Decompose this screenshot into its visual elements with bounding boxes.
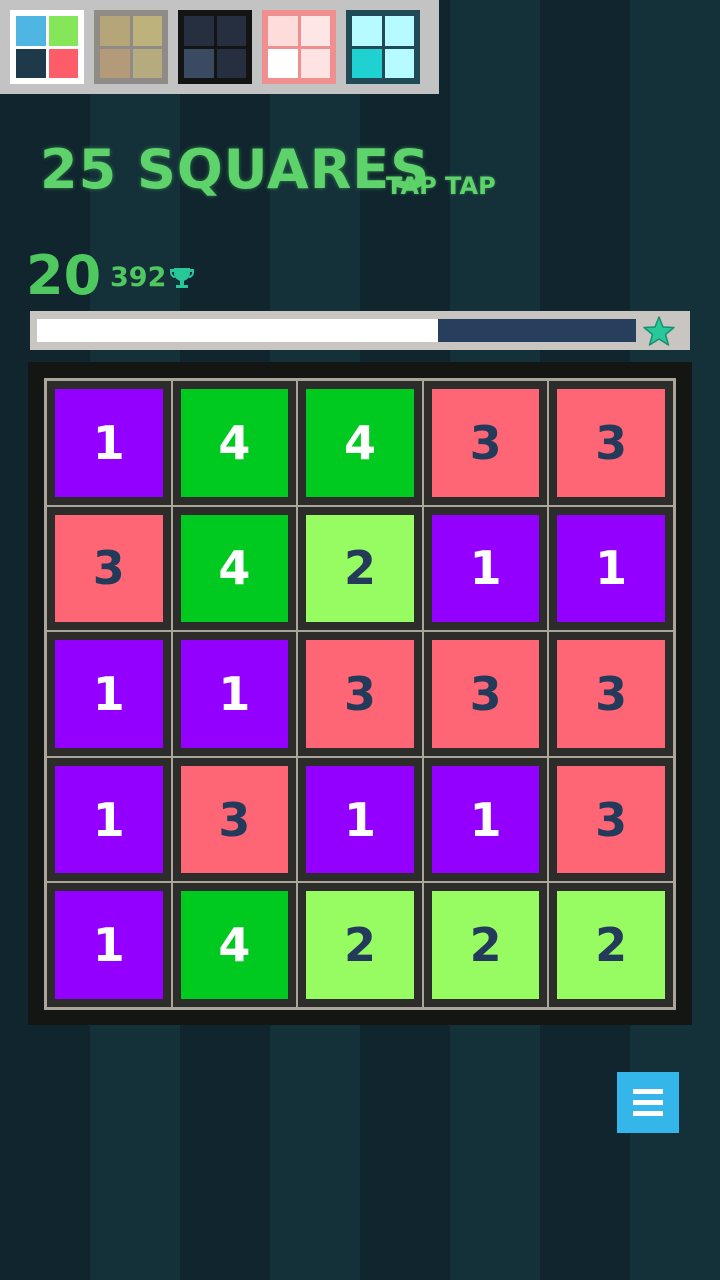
board-grid: 1443334211113331311314222 (44, 378, 676, 1010)
board-cell[interactable]: 1 (46, 882, 172, 1008)
number-tile: 2 (306, 891, 414, 999)
menu-button[interactable] (617, 1072, 679, 1133)
board-cell[interactable]: 4 (171, 882, 298, 1008)
number-tile: 3 (557, 640, 665, 748)
board-cell[interactable]: 2 (422, 882, 549, 1008)
number-tile: 2 (557, 891, 665, 999)
number-tile: 1 (55, 891, 163, 999)
theme-swatch-tile (16, 48, 46, 78)
number-tile: 1 (557, 514, 665, 623)
theme-selector (0, 0, 439, 94)
number-tile: 4 (180, 389, 289, 497)
current-score: 20 (26, 244, 102, 307)
theme-swatch-tile (300, 48, 330, 78)
theme-swatch-tile (268, 16, 298, 46)
theme-swatch-tile (132, 16, 162, 46)
theme-swatch-tile (384, 16, 414, 46)
board-cell[interactable]: 3 (422, 380, 549, 506)
hamburger-icon-bar (633, 1089, 663, 1094)
board-cell[interactable]: 2 (297, 882, 423, 1008)
theme-swatch-tile (100, 48, 130, 78)
number-tile: 3 (306, 640, 414, 748)
board-cell[interactable]: 1 (422, 756, 549, 883)
board-cell[interactable]: 3 (422, 631, 549, 757)
game-title: 25 SQUARES (40, 138, 431, 201)
theme-swatch-tile (352, 48, 382, 78)
board-cell[interactable]: 3 (46, 505, 172, 632)
number-tile: 3 (180, 765, 289, 874)
theme-swatch-khaki[interactable] (94, 10, 168, 84)
number-tile: 4 (180, 514, 289, 623)
trophy-icon (170, 268, 194, 288)
theme-swatch-aqua[interactable] (346, 10, 420, 84)
board-cell[interactable]: 3 (548, 380, 674, 506)
board-cell[interactable]: 3 (548, 631, 674, 757)
number-tile: 4 (306, 389, 414, 497)
board-cell[interactable]: 3 (297, 631, 423, 757)
number-tile: 3 (557, 389, 665, 497)
theme-swatch-tile (48, 16, 78, 46)
number-tile: 1 (180, 640, 289, 748)
theme-swatch-tile (16, 16, 46, 46)
theme-swatch-tile (184, 48, 214, 78)
number-tile: 1 (55, 765, 163, 874)
theme-swatch-tile (352, 16, 382, 46)
theme-swatch-tile (132, 48, 162, 78)
game-board: 1443334211113331311314222 (28, 362, 692, 1025)
theme-swatch-tile (100, 16, 130, 46)
hamburger-icon-bar (633, 1111, 663, 1116)
number-tile: 2 (431, 891, 540, 999)
board-cell[interactable]: 1 (46, 756, 172, 883)
theme-swatch-tile (216, 16, 246, 46)
theme-swatch-tile (48, 48, 78, 78)
theme-swatch-tile (216, 48, 246, 78)
number-tile: 2 (306, 514, 414, 623)
board-cell[interactable]: 1 (548, 505, 674, 632)
progress-bar (30, 311, 690, 350)
board-cell[interactable]: 3 (548, 756, 674, 883)
star-icon (643, 316, 675, 346)
number-tile: 1 (55, 640, 163, 748)
board-cell[interactable]: 1 (171, 631, 298, 757)
number-tile: 3 (431, 640, 540, 748)
hamburger-icon-bar (633, 1100, 663, 1105)
board-cell[interactable]: 1 (46, 631, 172, 757)
board-cell[interactable]: 3 (171, 756, 298, 883)
theme-swatch-dark[interactable] (178, 10, 252, 84)
board-cell[interactable]: 2 (548, 882, 674, 1008)
best-score: 392 (110, 262, 167, 293)
number-tile: 1 (431, 514, 540, 623)
number-tile: 1 (55, 389, 163, 497)
board-cell[interactable]: 4 (171, 380, 298, 506)
theme-swatch-classic[interactable] (10, 10, 84, 84)
number-tile: 4 (180, 891, 289, 999)
theme-swatch-tile (268, 48, 298, 78)
number-tile: 3 (557, 765, 665, 874)
theme-swatch-tile (184, 16, 214, 46)
number-tile: 3 (55, 514, 163, 623)
board-cell[interactable]: 1 (422, 505, 549, 632)
theme-swatch-tile (384, 48, 414, 78)
progress-track (37, 319, 636, 342)
progress-fill (37, 319, 439, 342)
board-cell[interactable]: 4 (171, 505, 298, 632)
board-cell[interactable]: 1 (46, 380, 172, 506)
theme-swatch-pink[interactable] (262, 10, 336, 84)
board-cell[interactable]: 1 (297, 756, 423, 883)
number-tile: 1 (431, 765, 540, 874)
board-cell[interactable]: 2 (297, 505, 423, 632)
board-cell[interactable]: 4 (297, 380, 423, 506)
number-tile: 3 (431, 389, 540, 497)
game-subtitle: TAP TAP (386, 172, 496, 200)
number-tile: 1 (306, 765, 414, 874)
theme-swatch-tile (300, 16, 330, 46)
